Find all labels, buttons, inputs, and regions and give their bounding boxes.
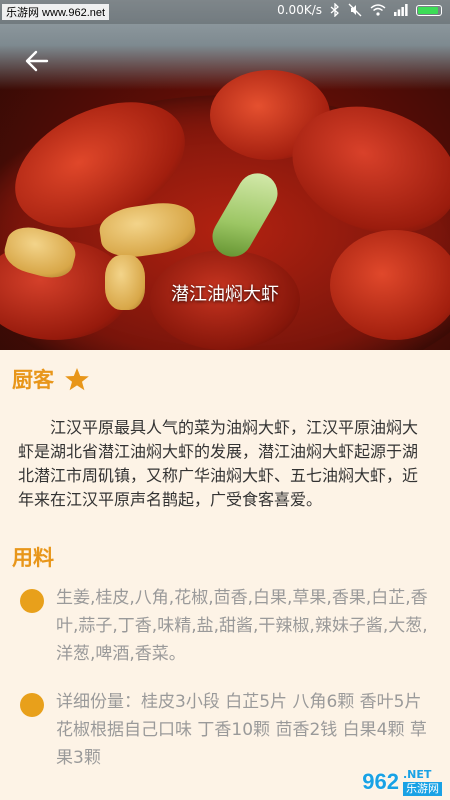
status-bar: 乐游网 www.962.net 0.00K/s [0,0,450,24]
battery-level [418,6,439,14]
bluetooth-icon [330,3,339,17]
watermark-logo: 962 [362,769,399,794]
dish-photo: 潜江油焖大虾 [0,0,450,350]
watermark-domain: .NET [403,768,432,781]
bullet-icon [20,693,44,717]
ingredients-list: 生姜,桂皮,八角,花椒,茴香,白果,草果,香果,白芷,香叶,蒜子,丁香,味精,盐… [0,584,450,772]
signal-icon [394,4,408,16]
watermark-side: .NET 乐游网 [403,768,442,796]
ingredients-section-header: 用料 [0,542,450,572]
dish-title: 潜江油焖大虾 [171,284,279,305]
list-item: 详细份量：桂皮3小段 白芷5片 八角6颗 香叶5片 花椒根据自己口味 丁香10颗… [0,688,450,772]
star-icon[interactable] [64,367,90,392]
dish-description: 江汉平原最具人气的菜为油焖大虾，江汉平原油焖大虾是湖北省潜江油焖大虾的发展，潜江… [18,418,419,509]
ingredients-title: 用料 [12,546,54,570]
back-button[interactable] [20,46,54,76]
status-icons: 0.00K/s [277,3,442,17]
arrow-left-icon [25,50,49,72]
site-label: 乐游网 www.962.net [2,4,110,20]
wifi-icon [370,4,386,16]
bullet-icon [20,589,44,613]
network-speed: 0.00K/s [277,3,322,17]
list-item: 生姜,桂皮,八角,花椒,茴香,白果,草果,香果,白芷,香叶,蒜子,丁香,味精,盐… [0,584,450,668]
recipe-content: 厨客 江汉平原最具人气的菜为油焖大虾，江汉平原油焖大虾是湖北省潜江油焖大虾的发展… [0,350,450,792]
chef-title: 厨客 [12,368,54,392]
chef-section-header: 厨客 [0,364,450,394]
watermark-brand: 乐游网 [403,782,442,796]
mute-icon [348,3,362,17]
ingredient-text: 详细份量：桂皮3小段 白芷5片 八角6颗 香叶5片 花椒根据自己口味 丁香10颗… [56,692,427,768]
watermark: 962 .NET 乐游网 [362,768,442,796]
ingredient-text: 生姜,桂皮,八角,花椒,茴香,白果,草果,香果,白芷,香叶,蒜子,丁香,味精,盐… [56,588,428,664]
battery-icon [416,4,442,16]
